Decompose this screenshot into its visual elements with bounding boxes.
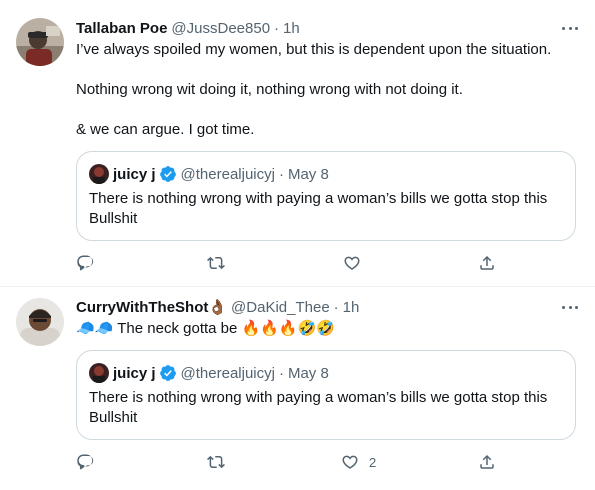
quoted-user-handle: @therealjuicyj (180, 364, 275, 382)
quoted-date: May 8 (287, 165, 329, 183)
tweet-1[interactable]: Tallaban Poe @JussDee850 · 1h I’ve alway… (0, 0, 595, 286)
quoted-display-name: juicy j (113, 364, 156, 382)
quoted-tweet[interactable]: juicy j @therealjuicyj · May 8 There is … (76, 151, 576, 241)
separator: · (278, 364, 284, 382)
retweet-icon (207, 256, 225, 270)
like-button[interactable] (343, 253, 371, 273)
reply-icon (77, 454, 94, 470)
share-button[interactable] (478, 253, 496, 273)
tweet-header: Tallaban Poe @JussDee850 · 1h (76, 18, 300, 38)
display-name[interactable]: CurryWithTheShot (76, 299, 208, 316)
timestamp[interactable]: 1h (343, 299, 360, 316)
separator: · (333, 298, 339, 316)
heart-icon (342, 455, 358, 469)
quoted-text-line: Bullshit (89, 210, 138, 227)
verified-badge-icon (159, 166, 176, 182)
tweet-text-line: Nothing wrong wit doing it, nothing wron… (76, 81, 463, 98)
retweet-button[interactable] (207, 452, 235, 472)
tweet-text: 🧢🧢 The neck gotta be 🔥🔥🔥🤣🤣 (76, 319, 335, 339)
more-horizontal-icon[interactable] (559, 18, 581, 38)
share-button[interactable] (478, 452, 496, 472)
avatar[interactable] (16, 18, 64, 66)
name-emoji: 👌🏾 (208, 299, 228, 316)
text-prefix-emoji: 🧢🧢 (76, 320, 114, 337)
quoted-avatar (89, 164, 109, 184)
user-handle[interactable]: @DaKid_Thee (231, 299, 330, 316)
retweet-icon (207, 455, 225, 469)
separator: · (278, 165, 284, 183)
heart-icon (344, 256, 360, 270)
like-button[interactable]: 2 (341, 452, 376, 472)
reply-button[interactable] (76, 452, 104, 472)
tweet-header: CurryWithTheShot 👌🏾 @DaKid_Thee · 1h (76, 297, 359, 317)
more-horizontal-icon[interactable] (559, 297, 581, 317)
reply-icon (77, 255, 94, 271)
avatar[interactable] (16, 298, 64, 346)
quoted-text-line: There is nothing wrong with paying a wom… (89, 389, 548, 406)
like-count: 2 (369, 454, 377, 470)
user-handle[interactable]: @JussDee850 (171, 20, 270, 37)
quoted-avatar (89, 363, 109, 383)
text-suffix-emoji: 🔥🔥🔥🤣🤣 (241, 320, 335, 337)
reply-button[interactable] (76, 253, 104, 273)
quoted-user-handle: @therealjuicyj (180, 165, 275, 183)
quoted-tweet[interactable]: juicy j @therealjuicyj · May 8 There is … (76, 350, 576, 440)
quoted-tweet-header: juicy j @therealjuicyj · May 8 (89, 363, 329, 383)
timestamp[interactable]: 1h (283, 20, 300, 37)
verified-badge-icon (159, 365, 176, 381)
share-icon (480, 255, 494, 270)
tweet-text-line: & we can argue. I got time. (76, 121, 255, 138)
quoted-date: May 8 (287, 364, 329, 382)
tweet-text-line: I’ve always spoiled my women, but this i… (76, 41, 552, 58)
tweet-text-body: The neck gotta be (117, 320, 238, 337)
retweet-button[interactable] (207, 253, 235, 273)
quoted-tweet-header: juicy j @therealjuicyj · May 8 (89, 164, 329, 184)
display-name[interactable]: Tallaban Poe (76, 20, 167, 37)
share-icon (480, 454, 494, 469)
quoted-display-name: juicy j (113, 165, 156, 183)
separator: · (274, 19, 280, 37)
quoted-text-line: There is nothing wrong with paying a wom… (89, 190, 548, 207)
quoted-text-line: Bullshit (89, 409, 138, 426)
tweet-2[interactable]: CurryWithTheShot 👌🏾 @DaKid_Thee · 1h 🧢🧢 … (0, 287, 595, 490)
